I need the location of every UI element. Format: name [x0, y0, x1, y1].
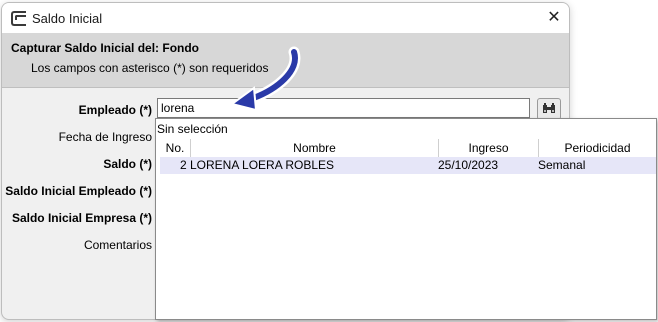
- fecha-ingreso-label: Fecha de Ingreso: [58, 130, 152, 144]
- binoculars-icon: [543, 103, 555, 113]
- empleado-dropdown: Sin selección No. Nombre Ingreso Periodi…: [155, 118, 657, 320]
- grid-header: No. Nombre Ingreso Periodicidad: [160, 139, 656, 158]
- pointer-arrow-icon: [229, 46, 301, 110]
- empleado-label: Empleado (*): [78, 103, 152, 117]
- no-selection-option[interactable]: Sin selección: [157, 122, 228, 136]
- col-ingreso[interactable]: Ingreso: [438, 139, 538, 157]
- saldo-label: Saldo (*): [103, 157, 152, 171]
- saldo-empleado-label: Saldo Inicial Empleado (*): [5, 184, 152, 198]
- cell-ingreso: 25/10/2023: [438, 158, 499, 172]
- app-window-icon: [11, 11, 26, 26]
- col-periodicidad[interactable]: Periodicidad: [538, 139, 656, 157]
- saldo-empresa-label: Saldo Inicial Empresa (*): [11, 211, 152, 225]
- lookup-button[interactable]: [537, 98, 561, 120]
- title-bar: Saldo Inicial ✕: [2, 3, 569, 33]
- col-nombre[interactable]: Nombre: [190, 139, 438, 157]
- cell-no: 2: [180, 158, 187, 172]
- window-title: Saldo Inicial: [32, 11, 103, 26]
- header-title: Capturar Saldo Inicial del: Fondo: [11, 41, 200, 55]
- close-button[interactable]: ✕: [539, 3, 569, 33]
- table-row[interactable]: 2 LORENA LOERA ROBLES 25/10/2023 Semanal: [160, 157, 656, 174]
- empleado-input[interactable]: [157, 98, 530, 118]
- cell-periodicidad: Semanal: [538, 158, 586, 172]
- cell-nombre: LORENA LOERA ROBLES: [190, 158, 335, 172]
- col-no[interactable]: No.: [160, 139, 190, 157]
- comentarios-label: Comentarios: [83, 238, 152, 252]
